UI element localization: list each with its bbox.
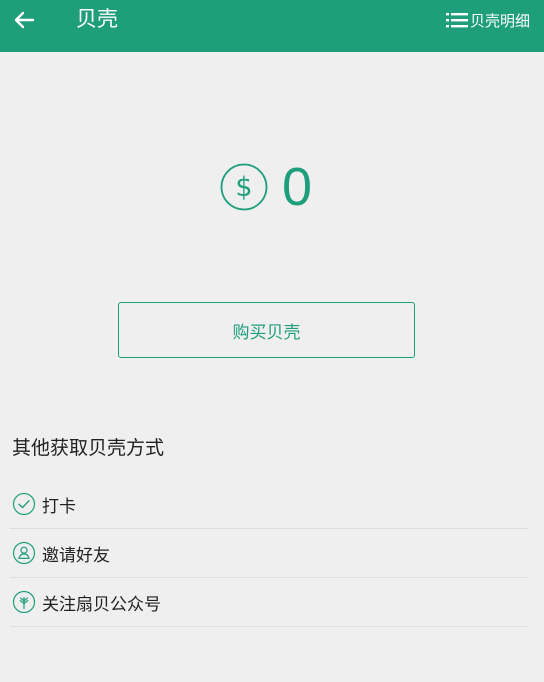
shell-detail-label: 贝壳明细	[469, 11, 530, 30]
page-title: 贝壳	[76, 7, 118, 31]
shell-amount: 0	[282, 157, 313, 217]
list-icon	[445, 13, 468, 28]
check-circle-icon	[12, 492, 36, 516]
way-item-label: 邀请好友	[42, 545, 110, 566]
shell-detail-button[interactable]: 贝壳明细	[445, 8, 530, 32]
other-ways-list: 打卡 邀请好友 关注扇贝公众号	[10, 480, 528, 627]
back-button[interactable]	[10, 6, 38, 34]
svg-text:$: $	[235, 172, 252, 203]
arrow-left-icon	[14, 11, 35, 29]
other-ways-title: 其他获取贝壳方式	[12, 437, 165, 459]
way-item-follow[interactable]: 关注扇贝公众号	[10, 578, 528, 627]
wheat-icon	[12, 590, 36, 614]
buy-shell-button[interactable]: 购买贝壳	[118, 302, 415, 358]
way-item-label: 关注扇贝公众号	[42, 594, 161, 615]
coin-icon: $	[220, 163, 268, 211]
top-bar: 贝壳 贝壳明细	[0, 0, 544, 52]
shell-balance: $ 0	[220, 157, 312, 217]
invite-user-icon	[12, 541, 36, 565]
way-item-checkin[interactable]: 打卡	[10, 480, 528, 529]
way-item-label: 打卡	[42, 496, 76, 517]
way-item-invite[interactable]: 邀请好友	[10, 529, 528, 578]
